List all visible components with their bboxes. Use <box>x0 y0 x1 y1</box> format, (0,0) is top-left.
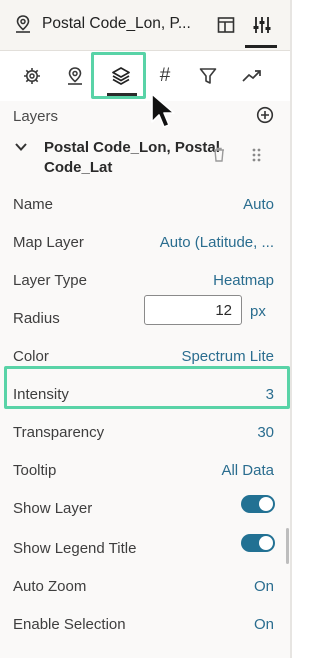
properties-panel: Postal Code_Lon, P... # Layers Postal Co… <box>0 0 292 658</box>
layer-actions <box>212 147 262 168</box>
property-row-tooltip: Tooltip All Data <box>0 452 290 490</box>
panel-header: Postal Code_Lon, P... <box>0 0 290 51</box>
header-title: Postal Code_Lon, P... <box>42 15 191 32</box>
enable-selection-label: Enable Selection <box>13 616 126 633</box>
layers-section-label: Layers <box>13 108 59 125</box>
layers-tab-highlight <box>91 52 146 99</box>
show-legend-title-toggle[interactable] <box>241 534 275 552</box>
show-layer-toggle[interactable] <box>241 495 275 513</box>
number-format-tab[interactable]: # <box>155 66 175 86</box>
layer-type-label: Layer Type <box>13 272 87 289</box>
delete-layer-icon <box>214 147 224 162</box>
toggle-knob <box>259 536 273 550</box>
map-layer-label: Map Layer <box>13 234 84 251</box>
auto-zoom-value[interactable]: On <box>254 578 274 595</box>
settings-icon[interactable] <box>22 66 42 86</box>
active-header-tab-indicator <box>245 45 277 48</box>
property-row-name: Name Auto <box>0 186 290 224</box>
property-row-enable-selection: Enable Selection On <box>0 606 290 644</box>
map-layer-value[interactable]: Auto (Latitude, ... <box>160 234 274 251</box>
property-row-map-layer: Map Layer Auto (Latitude, ... <box>0 224 290 262</box>
layer-type-value[interactable]: Heatmap <box>213 272 274 289</box>
trend-icon[interactable] <box>242 66 262 86</box>
scrollbar-thumb[interactable] <box>286 528 289 564</box>
property-row-auto-zoom: Auto Zoom On <box>0 568 290 606</box>
intensity-highlight <box>4 366 290 409</box>
color-value[interactable]: Spectrum Lite <box>181 348 274 365</box>
transparency-label: Transparency <box>13 424 105 441</box>
add-layer-icon[interactable] <box>256 106 274 129</box>
show-legend-title-label: Show Legend Title <box>13 540 137 557</box>
radius-input[interactable]: 12 <box>144 295 242 325</box>
drag-handle-icon <box>252 148 261 162</box>
sliders-icon[interactable] <box>252 16 272 39</box>
toggle-knob <box>259 497 273 511</box>
tooltip-label: Tooltip <box>13 462 57 479</box>
filter-icon[interactable] <box>198 66 218 86</box>
show-layer-label: Show Layer <box>13 500 93 517</box>
radius-unit: px <box>250 303 266 320</box>
name-label: Name <box>13 196 54 213</box>
color-label: Color <box>13 348 49 365</box>
map-pin-icon <box>14 14 32 39</box>
property-row-transparency: Transparency 30 <box>0 414 290 452</box>
auto-zoom-label: Auto Zoom <box>13 578 87 595</box>
radius-label: Radius <box>13 310 60 327</box>
enable-selection-value[interactable]: On <box>254 616 274 633</box>
layout-icon[interactable] <box>217 16 235 39</box>
radius-value: 12 <box>215 302 232 319</box>
map-pin-tab-icon[interactable] <box>65 66 85 86</box>
collapse-chevron-icon[interactable] <box>14 140 28 158</box>
tooltip-value[interactable]: All Data <box>221 462 274 479</box>
mouse-cursor-icon <box>150 92 178 137</box>
name-value[interactable]: Auto <box>243 196 274 213</box>
transparency-value[interactable]: 30 <box>257 424 274 441</box>
